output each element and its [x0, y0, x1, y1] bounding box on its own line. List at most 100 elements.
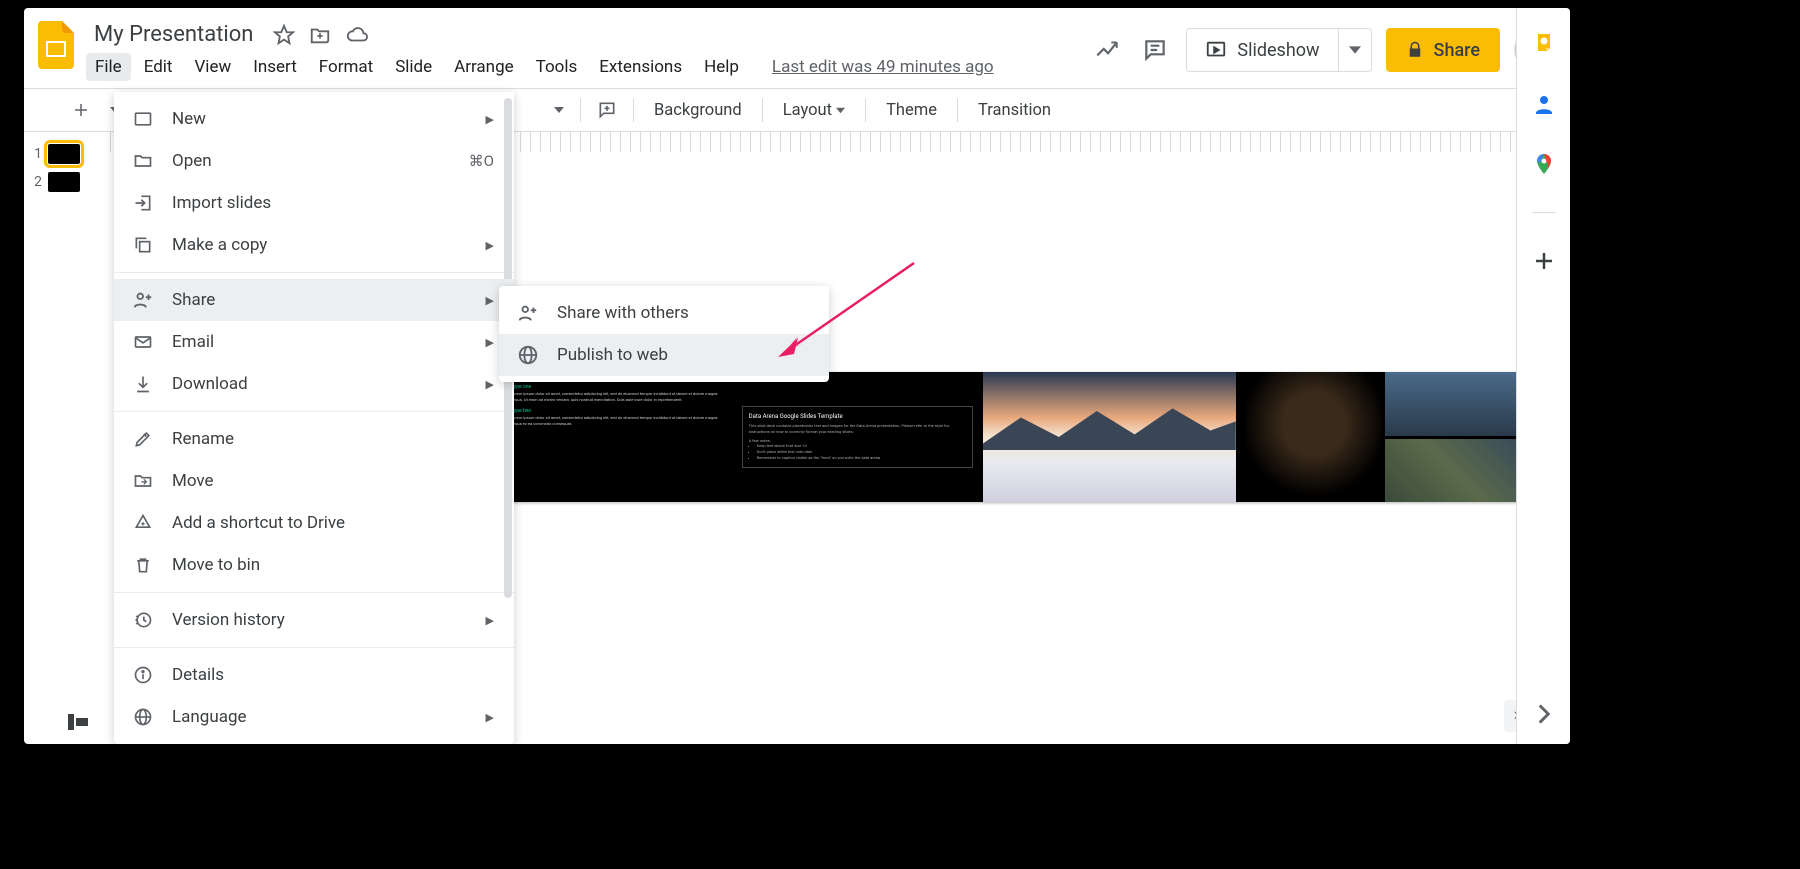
- add-addon-icon[interactable]: [1532, 249, 1556, 273]
- import-icon: [132, 192, 154, 214]
- menu-item-label: Open: [172, 151, 212, 171]
- slideshow-dropdown[interactable]: [1338, 29, 1371, 71]
- submenu-arrow-icon: ▶: [486, 294, 494, 307]
- menu-item-label: Email: [172, 332, 214, 352]
- globe-icon: [517, 344, 539, 366]
- template-box-title: Data Arena Google Slides Template: [749, 413, 967, 420]
- share-label: Share: [1434, 40, 1480, 61]
- menu-arrange[interactable]: Arrange: [445, 53, 522, 81]
- submenu-share-with-others[interactable]: Share with others: [499, 292, 829, 334]
- move-to-drive-icon[interactable]: [309, 24, 331, 46]
- share-person-icon: [517, 302, 539, 324]
- menu-item-version-history[interactable]: Version history ▶: [114, 599, 514, 641]
- menu-format[interactable]: Format: [310, 53, 382, 81]
- maps-icon[interactable]: [1532, 152, 1556, 176]
- menu-item-move-to-bin[interactable]: Move to bin: [114, 544, 514, 586]
- slide-region-text: Type one Lorem ipsum dolor sit amet, con…: [501, 372, 732, 502]
- slideshow-button[interactable]: Slideshow: [1187, 29, 1337, 71]
- menu-view[interactable]: View: [185, 53, 240, 81]
- title-center: My Presentation File Edit View Insert Fo…: [88, 16, 1090, 81]
- menu-slide[interactable]: Slide: [386, 53, 441, 81]
- menu-item-move[interactable]: Move: [114, 460, 514, 502]
- contacts-icon[interactable]: [1532, 92, 1556, 116]
- layout-button[interactable]: Layout: [771, 95, 857, 126]
- slide-number: 1: [30, 146, 42, 162]
- submenu-arrow-icon: ▶: [486, 239, 494, 252]
- menu-item-details[interactable]: Details: [114, 654, 514, 696]
- star-icon[interactable]: [273, 24, 295, 46]
- chevron-down-icon: [1349, 44, 1361, 56]
- new-slide-button[interactable]: [64, 95, 98, 125]
- info-icon: [132, 664, 154, 686]
- slide-number: 2: [30, 174, 42, 190]
- filmstrip-view-icon[interactable]: [64, 710, 92, 738]
- slide-region-template-box: Data Arena Google Slides Template This s…: [732, 372, 984, 502]
- menu-tools[interactable]: Tools: [527, 53, 587, 81]
- slides-logo[interactable]: [32, 16, 80, 74]
- menu-bar: File Edit View Insert Format Slide Arran…: [86, 53, 1090, 81]
- menu-insert[interactable]: Insert: [244, 53, 306, 81]
- menu-item-rename[interactable]: Rename: [114, 418, 514, 460]
- download-icon: [132, 373, 154, 395]
- add-comment-icon[interactable]: [589, 94, 625, 126]
- slide-thumb-1[interactable]: 1: [28, 140, 98, 168]
- menu-item-add-shortcut[interactable]: Add a shortcut to Drive: [114, 502, 514, 544]
- layout-label: Layout: [783, 101, 832, 120]
- background-button[interactable]: Background: [642, 95, 754, 126]
- file-menu-dropdown: New ▶ Open ⌘O Import slides Make a copy …: [114, 92, 514, 744]
- menu-item-label: Move: [172, 471, 214, 491]
- menu-item-make-copy[interactable]: Make a copy ▶: [114, 224, 514, 266]
- submenu-publish-to-web[interactable]: Publish to web: [499, 334, 829, 376]
- slide-region-image-grid: [1236, 372, 1520, 502]
- menu-file[interactable]: File: [86, 53, 131, 81]
- menu-item-label: Make a copy: [172, 235, 267, 255]
- submenu-item-label: Share with others: [557, 303, 689, 323]
- present-icon: [1205, 39, 1227, 61]
- history-icon: [132, 609, 154, 631]
- share-button[interactable]: Share: [1386, 28, 1500, 72]
- menu-item-label: Rename: [172, 429, 234, 449]
- activity-icon[interactable]: [1090, 33, 1124, 67]
- menu-item-new[interactable]: New ▶: [114, 98, 514, 140]
- last-edit-link[interactable]: Last edit was 49 minutes ago: [772, 53, 994, 81]
- menu-item-share[interactable]: Share ▶: [114, 279, 514, 321]
- menu-item-label: Download: [172, 374, 248, 394]
- submenu-arrow-icon: ▶: [486, 336, 494, 349]
- slideshow-button-group: Slideshow: [1186, 28, 1371, 72]
- menu-item-language[interactable]: Language ▶: [114, 696, 514, 738]
- globe-icon: [132, 706, 154, 728]
- keep-icon[interactable]: [1532, 32, 1556, 56]
- menu-item-download[interactable]: Download ▶: [114, 363, 514, 405]
- submenu-arrow-icon: ▶: [486, 378, 494, 391]
- menu-item-label: New: [172, 109, 206, 129]
- menu-item-open[interactable]: Open ⌘O: [114, 140, 514, 182]
- menu-help[interactable]: Help: [695, 53, 748, 81]
- slide-thumb-2[interactable]: 2: [28, 168, 98, 196]
- submenu-arrow-icon: ▶: [486, 113, 494, 126]
- email-icon: [132, 331, 154, 353]
- side-panel: [1516, 8, 1570, 744]
- toolbar-pointer-dropdown[interactable]: [546, 99, 572, 121]
- slide-thumbnail: [48, 172, 80, 192]
- slide-panel: 1 2: [24, 132, 102, 744]
- menu-item-label: Language: [172, 707, 247, 727]
- hide-panel-icon[interactable]: [1537, 704, 1551, 728]
- menu-item-label: Move to bin: [172, 555, 260, 575]
- title-bar: My Presentation File Edit View Insert Fo…: [24, 8, 1570, 88]
- menu-extensions[interactable]: Extensions: [590, 53, 691, 81]
- rename-icon: [132, 428, 154, 450]
- menu-item-import-slides[interactable]: Import slides: [114, 182, 514, 224]
- menu-edit[interactable]: Edit: [135, 53, 182, 81]
- new-slide-icon: [132, 108, 154, 130]
- chevron-down-icon: [836, 106, 845, 115]
- cloud-status-icon[interactable]: [345, 24, 369, 46]
- keyboard-shortcut: ⌘O: [469, 152, 494, 170]
- theme-button[interactable]: Theme: [874, 95, 949, 126]
- transition-button[interactable]: Transition: [966, 95, 1063, 126]
- submenu-item-label: Publish to web: [557, 345, 668, 365]
- menu-item-email[interactable]: Email ▶: [114, 321, 514, 363]
- slideshow-label: Slideshow: [1237, 40, 1319, 61]
- comments-icon[interactable]: [1138, 33, 1172, 67]
- submenu-arrow-icon: ▶: [486, 614, 494, 627]
- document-title[interactable]: My Presentation: [88, 20, 259, 49]
